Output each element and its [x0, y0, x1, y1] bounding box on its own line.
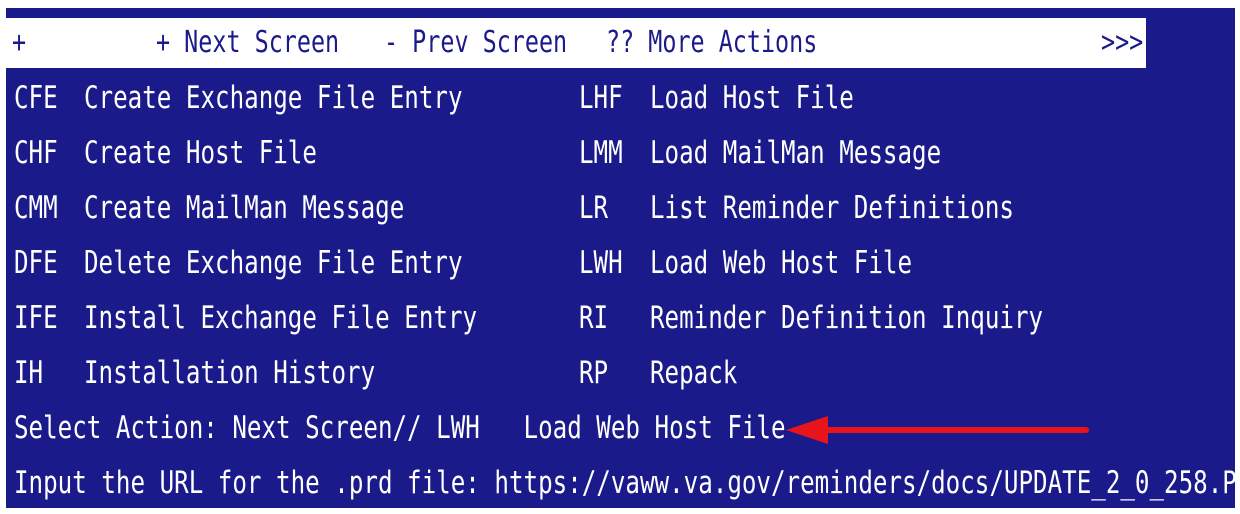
action-label-ri[interactable]: Reminder Definition Inquiry: [650, 292, 1043, 344]
select-action-text[interactable]: Select Action: Next Screen// LWH Load We…: [14, 402, 786, 454]
action-code-ih[interactable]: IH: [14, 347, 43, 399]
action-label-lhf[interactable]: Load Host File: [650, 72, 854, 124]
select-action-prompt[interactable]: Select Action: Next Screen// LWH Load We…: [14, 402, 786, 454]
url-input-text[interactable]: Input the URL for the .prd file: https:/…: [14, 457, 1235, 508]
action-code-lhf[interactable]: LHF: [579, 72, 623, 124]
action-label-lwh[interactable]: Load Web Host File: [650, 237, 912, 289]
action-row: CHF Create Host File LMM Load MailMan Me…: [14, 127, 941, 179]
action-code-lmm[interactable]: LMM: [579, 127, 623, 179]
action-code-chf[interactable]: CHF: [14, 127, 58, 179]
action-code-cmm[interactable]: CMM: [14, 182, 58, 234]
action-label-chf[interactable]: Create Host File: [84, 127, 317, 179]
action-label-lmm[interactable]: Load MailMan Message: [650, 127, 941, 179]
action-code-rp[interactable]: RP: [579, 347, 608, 399]
action-code-dfe[interactable]: DFE: [14, 237, 58, 289]
action-row: IH Installation History RP Repack: [14, 347, 737, 399]
action-code-ri[interactable]: RI: [579, 292, 608, 344]
action-row: IFE Install Exchange File Entry RI Remin…: [14, 292, 1043, 344]
action-label-cfe[interactable]: Create Exchange File Entry: [84, 72, 463, 124]
action-label-ih[interactable]: Installation History: [84, 347, 375, 399]
action-label-dfe[interactable]: Delete Exchange File Entry: [84, 237, 463, 289]
screenshot-frame: + + Next Screen - Prev Screen ?? More Ac…: [0, 0, 1240, 514]
red-arrow-icon: [786, 416, 1089, 444]
more-indicator: >>>: [1101, 25, 1144, 60]
action-label-ife[interactable]: Install Exchange File Entry: [84, 292, 477, 344]
action-label-lr[interactable]: List Reminder Definitions: [650, 182, 1014, 234]
action-row: CFE Create Exchange File Entry LHF Load …: [14, 72, 854, 124]
action-menu-bar: + + Next Screen - Prev Screen ?? More Ac…: [6, 18, 1146, 68]
prev-screen-action[interactable]: - Prev Screen: [384, 18, 567, 68]
url-input-prompt[interactable]: Input the URL for the .prd file: https:/…: [14, 457, 1235, 508]
more-actions-action[interactable]: ?? More Actions: [606, 18, 817, 68]
action-label-cmm[interactable]: Create MailMan Message: [84, 182, 404, 234]
action-code-cfe[interactable]: CFE: [14, 72, 58, 124]
terminal-window: + + Next Screen - Prev Screen ?? More Ac…: [6, 8, 1235, 508]
action-code-lwh[interactable]: LWH: [579, 237, 623, 289]
action-row: DFE Delete Exchange File Entry LWH Load …: [14, 237, 912, 289]
action-code-ife[interactable]: IFE: [14, 292, 58, 344]
action-code-lr[interactable]: LR: [579, 182, 608, 234]
action-label-rp[interactable]: Repack: [650, 347, 737, 399]
action-row: CMM Create MailMan Message LR List Remin…: [14, 182, 1014, 234]
next-screen-action[interactable]: + Next Screen: [156, 18, 339, 68]
menu-plus: +: [12, 25, 27, 60]
